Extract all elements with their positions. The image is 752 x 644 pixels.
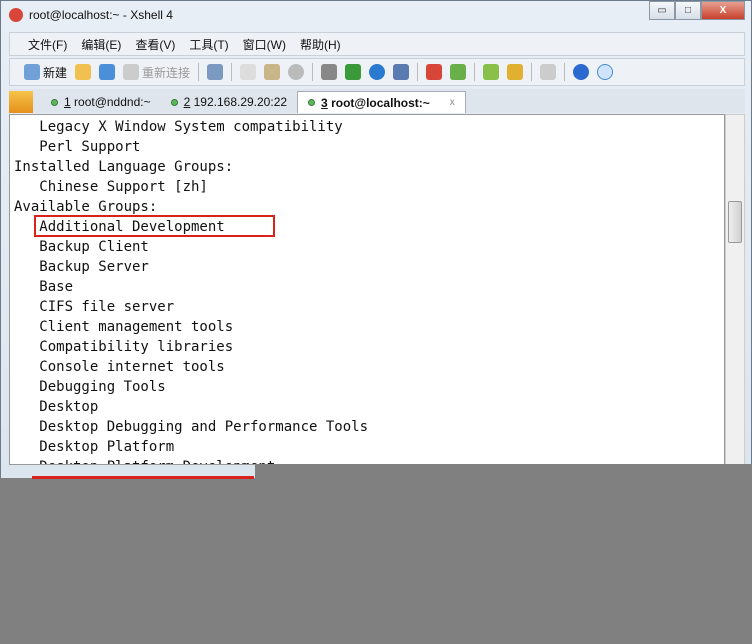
tab-session-1[interactable]: 1 root@nddnd:~ <box>41 91 161 113</box>
paste-icon[interactable] <box>264 64 281 80</box>
terminal-line: Desktop Platform Development <box>14 457 275 464</box>
open-folder-icon[interactable] <box>75 64 92 80</box>
terminal-line: Base <box>14 279 74 295</box>
status-dot-icon <box>170 98 178 106</box>
highlight-underline <box>32 476 254 479</box>
tab-close-icon[interactable]: x <box>450 97 455 108</box>
terminal-line: Desktop Debugging and Performance Tools <box>14 419 369 435</box>
reconnect-button[interactable]: 重新连接 <box>123 64 190 81</box>
layout-icon[interactable] <box>483 64 500 80</box>
status-dot-icon <box>51 98 58 106</box>
menu-file[interactable]: 文件(F) <box>28 36 67 53</box>
tab-session-2[interactable]: 2 192.168.29.20:22 <box>161 91 297 113</box>
terminal-line: Installed Language Groups: <box>14 159 234 175</box>
xftp-icon[interactable] <box>426 64 443 80</box>
title-bar: root@localhost:~ - Xshell 4 <box>9 6 173 24</box>
print-icon[interactable] <box>321 64 338 80</box>
vertical-scrollbar[interactable] <box>725 114 745 465</box>
transfer-icon[interactable] <box>345 64 362 80</box>
status-dot-icon <box>308 99 316 106</box>
highlight-box <box>34 215 275 237</box>
reconnect-label: 重新连接 <box>142 65 191 80</box>
chat-icon[interactable] <box>597 64 614 80</box>
tab-label: 192.168.29.20:22 <box>190 95 288 109</box>
font-icon[interactable] <box>393 64 410 80</box>
menu-view[interactable]: 查看(V) <box>135 36 175 53</box>
find-icon[interactable] <box>288 64 305 80</box>
tab-number: 3 <box>321 95 328 110</box>
maximize-button[interactable]: □ <box>675 1 701 20</box>
tab-number: 1 <box>64 95 71 109</box>
terminal-output[interactable]: Legacy X Window System compatibility Per… <box>9 114 725 465</box>
globe-icon[interactable] <box>369 64 386 80</box>
connect-icon[interactable] <box>99 64 116 80</box>
xshell-logo-icon <box>9 8 23 22</box>
terminal-line: Backup Server <box>14 259 149 275</box>
new-label: 新建 <box>43 65 68 80</box>
gray-overlay-bottom <box>0 478 752 644</box>
toolbar: 新建 重新连接 <box>9 58 745 86</box>
menu-tools[interactable]: 工具(T) <box>189 36 228 53</box>
terminal-line: Console internet tools <box>14 359 225 375</box>
menu-help[interactable]: 帮助(H) <box>300 36 341 53</box>
terminal-line: Client management tools <box>14 319 234 335</box>
tab-session-3[interactable]: 3 root@localhost:~ x <box>297 91 466 113</box>
lock-icon[interactable] <box>507 64 524 80</box>
script-icon[interactable] <box>450 64 467 80</box>
properties-icon[interactable] <box>207 64 224 80</box>
minimize-button[interactable]: ▭ <box>649 1 675 20</box>
help-icon[interactable] <box>573 64 590 80</box>
terminal-line: Chinese Support [zh] <box>14 179 208 195</box>
terminal-line: Desktop Platform <box>14 439 175 455</box>
menu-window[interactable]: 窗口(W) <box>243 36 286 53</box>
terminal-line: Backup Client <box>14 239 149 255</box>
reconnect-icon <box>123 64 140 80</box>
copy-icon[interactable] <box>240 64 257 80</box>
menu-edit[interactable]: 编辑(E) <box>81 36 121 53</box>
tab-label: root@nddnd:~ <box>70 95 151 109</box>
menu-bar: 文件(F) 编辑(E) 查看(V) 工具(T) 窗口(W) 帮助(H) <box>9 32 745 56</box>
terminal-line: Desktop <box>14 399 99 415</box>
terminal-line: Compatibility libraries <box>14 339 234 355</box>
scrollbar-thumb[interactable] <box>728 201 742 243</box>
terminal-line: Legacy X Window System compatibility <box>14 119 343 135</box>
close-button[interactable]: X <box>701 1 745 20</box>
tab-label: root@localhost:~ <box>327 95 430 110</box>
session-manager-icon[interactable] <box>9 91 33 113</box>
terminal-line: CIFS file server <box>14 299 175 315</box>
new-session-icon <box>24 64 40 80</box>
terminal-line: Debugging Tools <box>14 379 166 395</box>
keyboard-icon[interactable] <box>540 64 557 80</box>
session-tabs: 1 root@nddnd:~ 2 192.168.29.20:22 3 root… <box>9 89 745 113</box>
terminal-line: Perl Support <box>14 139 141 155</box>
terminal-line: Available Groups: <box>14 199 158 215</box>
window-title: root@localhost:~ - Xshell 4 <box>29 8 173 22</box>
new-session-button[interactable]: 新建 <box>24 64 67 81</box>
